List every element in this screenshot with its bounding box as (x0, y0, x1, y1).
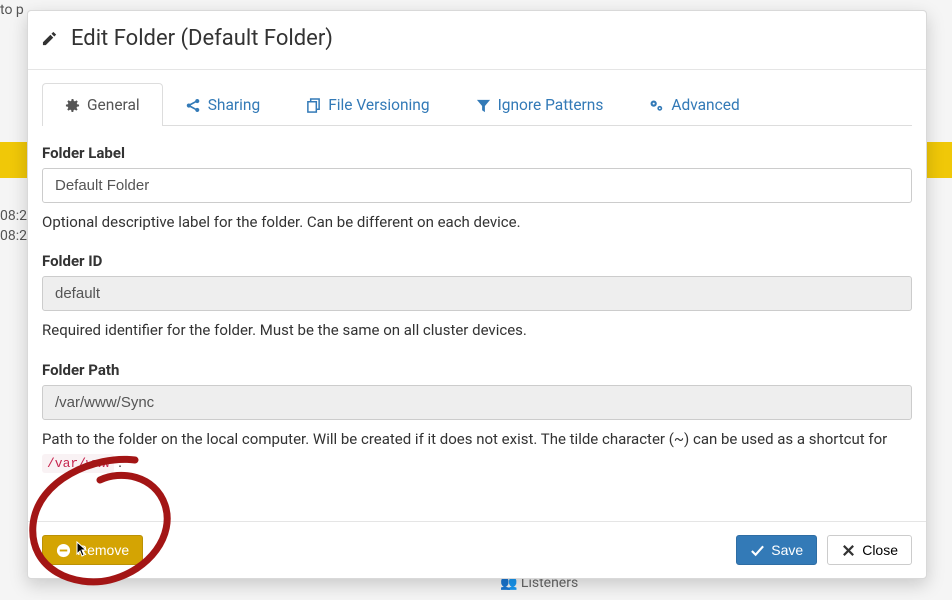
folder-path-input (42, 385, 912, 420)
folder-label-label: Folder Label (42, 144, 912, 162)
folder-path-help: Path to the folder on the local computer… (42, 428, 912, 475)
share-icon (186, 98, 201, 113)
folder-path-help-code: /var/www (42, 454, 114, 473)
tab-ignore[interactable]: Ignore Patterns (453, 83, 627, 126)
close-icon (841, 543, 856, 558)
tab-versioning[interactable]: File Versioning (283, 83, 452, 126)
modal-title: Edit Folder (Default Folder) (71, 26, 333, 51)
folder-path-group: Folder Path Path to the folder on the lo… (42, 361, 912, 475)
close-label: Close (862, 542, 898, 558)
tab-label: General (87, 96, 140, 114)
tab-advanced[interactable]: Advanced (626, 83, 762, 126)
save-label: Save (771, 542, 803, 558)
gears-icon (649, 98, 664, 113)
folder-path-help-suffix: . (118, 453, 122, 471)
modal-body: General Sharing File Versioning Ignore P… (28, 70, 926, 521)
tab-label: Ignore Patterns (498, 96, 604, 114)
folder-id-group: Folder ID Required identifier for the fo… (42, 252, 912, 342)
check-icon (750, 543, 765, 558)
modal-footer: Remove Save Close (28, 521, 926, 578)
tab-bar: General Sharing File Versioning Ignore P… (42, 82, 912, 126)
tab-label: Sharing (208, 96, 260, 114)
folder-label-help: Optional descriptive label for the folde… (42, 211, 912, 234)
folder-label-group: Folder Label Optional descriptive label … (42, 144, 912, 234)
filter-icon (476, 98, 491, 113)
modal-header: Edit Folder (Default Folder) (28, 11, 926, 70)
edit-folder-modal: Edit Folder (Default Folder) General Sha… (27, 10, 927, 579)
minus-circle-icon (56, 543, 71, 558)
remove-button[interactable]: Remove (42, 535, 143, 565)
folder-path-help-prefix: Path to the folder on the local computer… (42, 430, 887, 448)
close-button[interactable]: Close (827, 535, 912, 565)
folder-id-help: Required identifier for the folder. Must… (42, 319, 912, 342)
gear-icon (65, 98, 80, 113)
tab-label: Advanced (671, 96, 739, 114)
save-button[interactable]: Save (736, 535, 817, 565)
remove-label: Remove (77, 542, 129, 558)
tab-general[interactable]: General (42, 83, 163, 126)
tab-label: File Versioning (328, 96, 429, 114)
folder-label-input[interactable] (42, 168, 912, 203)
folder-id-label: Folder ID (42, 252, 912, 270)
copy-icon (306, 98, 321, 113)
pencil-icon (42, 31, 57, 46)
folder-path-label: Folder Path (42, 361, 912, 379)
folder-id-input (42, 276, 912, 311)
tab-sharing[interactable]: Sharing (163, 83, 283, 126)
